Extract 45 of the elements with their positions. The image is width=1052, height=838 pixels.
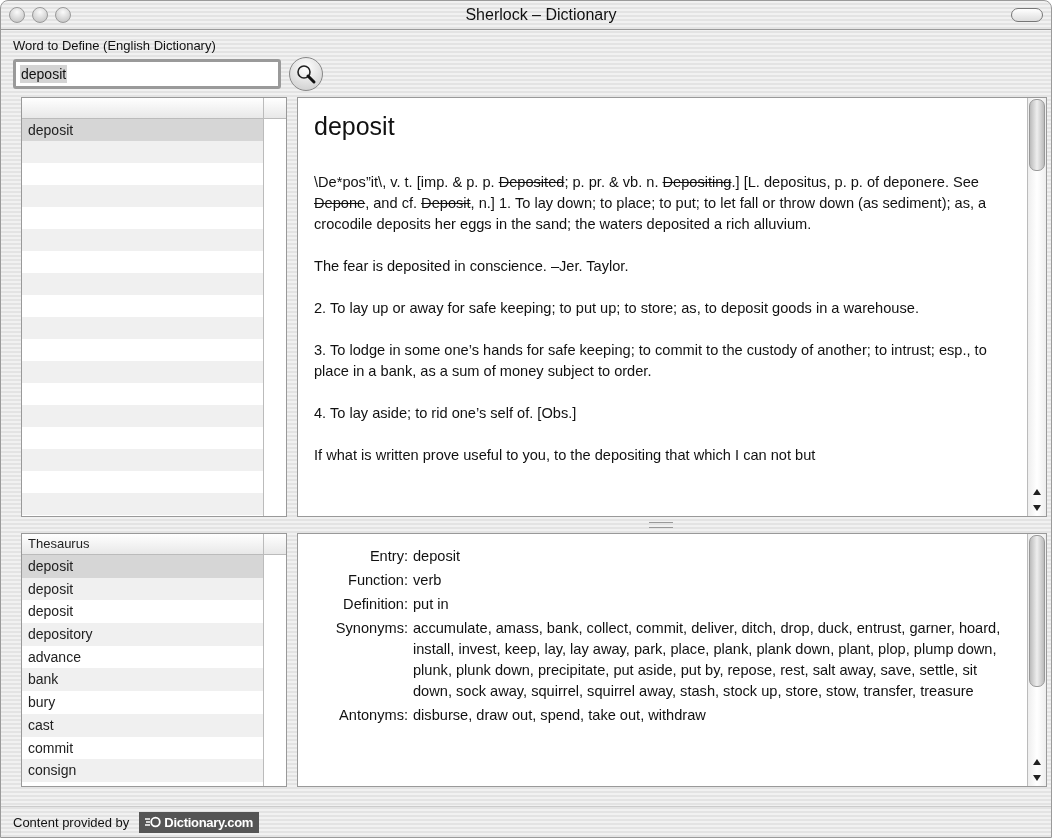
entry-label: Function: xyxy=(346,571,408,590)
toolbar-toggle-button[interactable] xyxy=(1011,8,1043,22)
entry-value: disburse, draw out, spend, take out, withdraw xyxy=(413,706,707,725)
thesaurus-item[interactable]: deposit xyxy=(22,555,263,578)
thesaurus-item[interactable]: cast xyxy=(22,713,263,737)
thesaurus-item[interactable]: bank xyxy=(22,668,263,692)
entry-value: verb xyxy=(413,571,443,590)
entry-label: Synonyms: xyxy=(334,619,408,638)
word-list-item[interactable]: deposit xyxy=(22,119,263,141)
scroll-thumb[interactable] xyxy=(1029,99,1045,171)
thesaurus-item[interactable]: deposit xyxy=(22,577,263,601)
logo-mark-icon xyxy=(145,816,162,828)
zoom-light[interactable] xyxy=(55,7,71,23)
definition-paragraph: 4. To lay aside; to rid one’s self of. [Obs.] xyxy=(314,404,578,423)
definition-paragraph: If what is written prove useful to you, to the depositing that which I can not but xyxy=(314,446,817,465)
entry-value: deposit xyxy=(413,547,462,566)
search-label: Word to Define (English Dictionary) xyxy=(13,38,217,53)
scrollbar[interactable] xyxy=(1027,98,1046,516)
logo-text: Dictionary.com xyxy=(164,814,254,830)
definition-paragraph: 3. To lodge in some one’s hands for safe keeping; to commit to the custody of another; to intrust; esp., to place in a bank, as a sum of money subject to order. xyxy=(314,341,988,381)
definition-paragraph: \De*pos”it\, v. t. [imp. & p. p. Deposited; p. pr. & vb. n. Depositing.] [L. depositus, p. p. of deponere. See Depone, and cf. Deposit, n.] 1. To lay down; to place; to put; to let fall or throw down (as sediment); as, a crocodile deposits her eggs in the sand; the waters deposited a rich alluvium. xyxy=(314,173,988,234)
search-button[interactable] xyxy=(289,57,323,91)
scrollbar[interactable] xyxy=(1027,534,1046,786)
entry-label: Antonyms: xyxy=(338,706,408,725)
splitter-handle[interactable] xyxy=(649,522,673,528)
thesaurus-item[interactable]: depository xyxy=(22,623,263,646)
scroll-thumb[interactable] xyxy=(1029,535,1045,687)
entry-label: Definition: xyxy=(342,595,408,614)
definition-paragraph: 2. To lay up or away for safe keeping; to put up; to store; as, to deposit goods in a warehouse. xyxy=(314,299,920,318)
search-icon xyxy=(295,63,317,85)
entry-label: Entry: xyxy=(368,547,408,566)
definition-paragraph: The fear is deposited in conscience. –Jer. Taylor. xyxy=(314,257,630,276)
thesaurus-item[interactable]: advance xyxy=(22,645,263,669)
thesaurus-item[interactable]: consign xyxy=(22,759,263,782)
thesaurus-item[interactable]: deposit xyxy=(22,600,263,624)
window-title: Sherlock – Dictionary xyxy=(464,6,618,24)
headword: deposit xyxy=(314,112,396,141)
dictionary-logo[interactable]: Dictionary.com xyxy=(139,811,260,833)
search-field[interactable]: deposit xyxy=(13,59,281,89)
thesaurus-item[interactable]: bury xyxy=(22,691,263,714)
thesaurus-item[interactable]: commit xyxy=(22,736,263,760)
minimize-light[interactable] xyxy=(32,7,48,23)
close-light[interactable] xyxy=(9,7,25,23)
credit-text: Content provided by xyxy=(13,814,130,830)
entry-value: put in xyxy=(413,595,450,614)
